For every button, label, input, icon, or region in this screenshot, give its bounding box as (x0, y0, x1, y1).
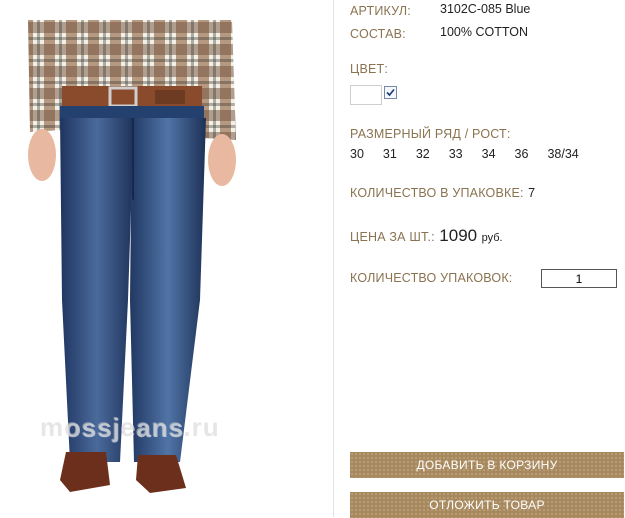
watermark-text: mossjeans.ru (40, 412, 220, 442)
sku-label: АРТИКУЛ: (350, 4, 411, 18)
color-label: ЦВЕТ: (350, 62, 389, 76)
packs-quantity-input[interactable] (541, 269, 617, 288)
size-item: 32 (415, 147, 430, 161)
size-item: 33 (448, 147, 463, 161)
product-photo[interactable]: mossjeans.ru (0, 0, 334, 517)
price-row: ЦЕНА ЗА ШТ.: 1090 руб. (350, 226, 503, 246)
composition-value: 100% COTTON (440, 25, 528, 39)
sizes-label: РАЗМЕРНЫЙ РЯД / РОСТ: (350, 127, 511, 141)
size-item: 38/34 (547, 147, 579, 161)
pack-qty-value: 7 (528, 186, 536, 200)
price-unit: руб. (481, 232, 503, 244)
composition-row: СОСТАВ: (350, 25, 406, 43)
add-to-cart-button[interactable]: ДОБАВИТЬ В КОРЗИНУ (350, 452, 624, 478)
color-checkbox[interactable] (384, 86, 397, 99)
price-value: 1090 (439, 226, 478, 245)
pack-qty-label: КОЛИЧЕСТВО В УПАКОВКЕ: (350, 186, 524, 200)
size-item: 36 (514, 147, 529, 161)
color-swatch[interactable] (350, 85, 382, 105)
size-item: 34 (481, 147, 496, 161)
pack-qty-row: КОЛИЧЕСТВО В УПАКОВКЕ: 7 (350, 184, 535, 202)
composition-label: СОСТАВ: (350, 27, 406, 41)
price-label: ЦЕНА ЗА ШТ.: (350, 230, 435, 244)
checkmark-icon (386, 88, 395, 97)
sizes-list: 30 31 32 33 34 36 38/34 (350, 147, 579, 161)
sku-value: 3102C-085 Blue (440, 2, 531, 16)
size-item: 30 (350, 147, 364, 161)
defer-item-button[interactable]: ОТЛОЖИТЬ ТОВАР (350, 492, 624, 518)
packs-label: КОЛИЧЕСТВО УПАКОВОК: (350, 271, 513, 285)
size-item: 31 (382, 147, 397, 161)
sku-row: АРТИКУЛ: (350, 2, 411, 20)
